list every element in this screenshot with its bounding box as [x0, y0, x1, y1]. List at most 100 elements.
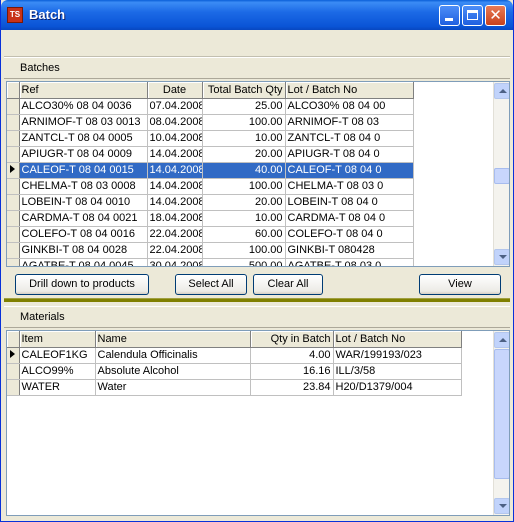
materials-cell[interactable]: CALEOF1KG [19, 347, 96, 364]
materials-cell[interactable]: 4.00 [250, 347, 334, 364]
batches-cell[interactable]: 25.00 [202, 98, 286, 115]
select-all-button[interactable]: Select All [175, 274, 247, 295]
batches-cell[interactable]: 20.00 [202, 194, 286, 211]
batches-table-row[interactable]: APIUGR-T 08 04 0009 14.04.2008 20.00 APIUGR… [7, 146, 414, 163]
batches-cell[interactable]: LOBEIN-T 08 04 0 [285, 194, 414, 211]
batches-table-row[interactable]: CHELMA-T 08 03 0008 14.04.2008 100.00 CHELM… [7, 178, 414, 195]
row-indicator[interactable] [7, 347, 20, 364]
materials-scroll-up-button[interactable] [494, 332, 509, 348]
close-button[interactable]: ✕ [485, 5, 506, 26]
batches-cell[interactable]: GINKBI-T 080428 [285, 242, 414, 259]
batches-cell[interactable]: 10.00 [202, 210, 286, 227]
row-indicator[interactable] [7, 258, 20, 266]
batches-vertical-scrollbar[interactable] [493, 82, 509, 266]
batches-cell[interactable]: 22.04.2008 [147, 226, 203, 243]
batches-cell[interactable]: 14.04.2008 [147, 178, 203, 195]
row-indicator[interactable] [7, 146, 20, 163]
materials-cell[interactable]: 23.84 [250, 379, 334, 396]
app-icon[interactable]: TS [7, 7, 23, 23]
materials-table-row[interactable]: WATER Water 23.84 H20/D1379/004 [7, 379, 462, 396]
drill-down-button[interactable]: Drill down to products [15, 274, 149, 295]
batches-cell[interactable]: 100.00 [202, 114, 286, 131]
column-header-qty-in-batch[interactable]: Qty in Batch [250, 331, 334, 348]
row-indicator[interactable] [7, 379, 20, 396]
column-header-lot-batch-no[interactable]: Lot / Batch No [333, 331, 462, 348]
row-indicator[interactable] [7, 98, 20, 115]
column-header-item[interactable]: Item [19, 331, 96, 348]
row-indicator[interactable] [7, 130, 20, 147]
panel-splitter[interactable] [4, 298, 510, 302]
batches-cell[interactable]: ZANTCL-T 08 04 0005 [19, 130, 148, 147]
materials-table-row[interactable]: ALCO99% Absolute Alcohol 16.16 ILL/3/58 [7, 363, 462, 380]
batches-cell[interactable]: 07.04.2008 [147, 98, 203, 115]
row-indicator[interactable] [7, 178, 20, 195]
materials-cell[interactable]: Water [95, 379, 251, 396]
row-indicator[interactable] [7, 162, 20, 179]
row-indicator[interactable] [7, 114, 20, 131]
batches-cell[interactable]: COLEFO-T 08 04 0 [285, 226, 414, 243]
batches-cell[interactable]: ARNIMOF-T 08 03 0013 [19, 114, 148, 131]
batches-cell[interactable]: 14.04.2008 [147, 194, 203, 211]
view-button[interactable]: View [419, 274, 501, 295]
row-indicator[interactable] [7, 363, 20, 380]
batches-cell[interactable]: CHELMA-T 08 03 0 [285, 178, 414, 195]
batches-cell[interactable]: 30.04.2008 [147, 258, 203, 266]
batches-cell[interactable]: ZANTCL-T 08 04 0 [285, 130, 414, 147]
batches-table-row[interactable]: COLEFO-T 08 04 0016 22.04.2008 60.00 COLEFO… [7, 226, 414, 243]
materials-scroll-down-button[interactable] [494, 498, 509, 514]
minimize-button[interactable] [439, 5, 460, 26]
batches-cell[interactable]: 10.04.2008 [147, 130, 203, 147]
batches-cell[interactable]: CALEOF-T 08 04 0015 [19, 162, 148, 179]
batches-cell[interactable]: 100.00 [202, 242, 286, 259]
batches-cell[interactable]: 500.00 [202, 258, 286, 266]
materials-grid[interactable]: Item Name Qty in Batch Lot / Batch No CA… [6, 330, 510, 516]
column-header-name[interactable]: Name [95, 331, 251, 348]
materials-cell[interactable]: ILL/3/58 [333, 363, 462, 380]
column-header-lot-batch-no[interactable]: Lot / Batch No [285, 82, 414, 99]
materials-cell[interactable]: WAR/199193/023 [333, 347, 462, 364]
materials-vertical-scrollbar[interactable] [493, 331, 509, 515]
maximize-button[interactable] [462, 5, 483, 26]
batches-cell[interactable]: AGATBE-T 08 04 0045 [19, 258, 148, 266]
batches-cell[interactable]: 100.00 [202, 178, 286, 195]
row-indicator[interactable] [7, 226, 20, 243]
batches-grid[interactable]: Ref Date Total Batch Qty Lot / Batch No … [6, 81, 510, 267]
batches-table-row[interactable]: GINKBI-T 08 04 0028 22.04.2008 100.00 GINKB… [7, 242, 414, 259]
batches-cell[interactable]: 40.00 [202, 162, 286, 179]
batches-cell[interactable]: ALCO30% 08 04 0036 [19, 98, 148, 115]
batches-scroll-up-button[interactable] [494, 83, 509, 99]
batches-cell[interactable]: 10.00 [202, 130, 286, 147]
batches-cell[interactable]: 14.04.2008 [147, 162, 203, 179]
batches-table-row[interactable]: CALEOF-T 08 04 0015 14.04.2008 40.00 CALEOF… [7, 162, 414, 179]
materials-cell[interactable]: 16.16 [250, 363, 334, 380]
batches-scroll-down-button[interactable] [494, 249, 509, 265]
row-indicator[interactable] [7, 210, 20, 227]
batches-cell[interactable]: CARDMA-T 08 04 0 [285, 210, 414, 227]
batches-cell[interactable]: 14.04.2008 [147, 146, 203, 163]
batches-cell[interactable]: ARNIMOF-T 08 03 [285, 114, 414, 131]
batches-cell[interactable]: 22.04.2008 [147, 242, 203, 259]
batches-cell[interactable]: CARDMA-T 08 04 0021 [19, 210, 148, 227]
materials-cell[interactable]: WATER [19, 379, 96, 396]
row-indicator[interactable] [7, 242, 20, 259]
batches-cell[interactable]: GINKBI-T 08 04 0028 [19, 242, 148, 259]
column-header-ref[interactable]: Ref [19, 82, 148, 99]
materials-table-row[interactable]: CALEOF1KG Calendula Officinalis 4.00 WAR/19… [7, 347, 462, 364]
materials-cell[interactable]: Calendula Officinalis [95, 347, 251, 364]
batches-cell[interactable]: 60.00 [202, 226, 286, 243]
batches-table-row[interactable]: ARNIMOF-T 08 03 0013 08.04.2008 100.00 ARNI… [7, 114, 414, 131]
batches-cell[interactable]: COLEFO-T 08 04 0016 [19, 226, 148, 243]
batches-cell[interactable]: APIUGR-T 08 04 0009 [19, 146, 148, 163]
row-indicator[interactable] [7, 194, 20, 211]
clear-all-button[interactable]: Clear All [253, 274, 323, 295]
batches-cell[interactable]: 20.00 [202, 146, 286, 163]
batches-cell[interactable]: ALCO30% 08 04 00 [285, 98, 414, 115]
batches-cell[interactable]: APIUGR-T 08 04 0 [285, 146, 414, 163]
batches-table-row[interactable]: ALCO30% 08 04 0036 07.04.2008 25.00 ALCO30%… [7, 98, 414, 115]
batches-table-row[interactable]: CARDMA-T 08 04 0021 18.04.2008 10.00 CARDMA… [7, 210, 414, 227]
column-header-date[interactable]: Date [147, 82, 203, 99]
column-header-total-batch-qty[interactable]: Total Batch Qty [202, 82, 286, 99]
materials-scroll-thumb[interactable] [494, 349, 509, 479]
batches-cell[interactable]: 08.04.2008 [147, 114, 203, 131]
batches-table-row[interactable]: LOBEIN-T 08 04 0010 14.04.2008 20.00 LOBEIN… [7, 194, 414, 211]
